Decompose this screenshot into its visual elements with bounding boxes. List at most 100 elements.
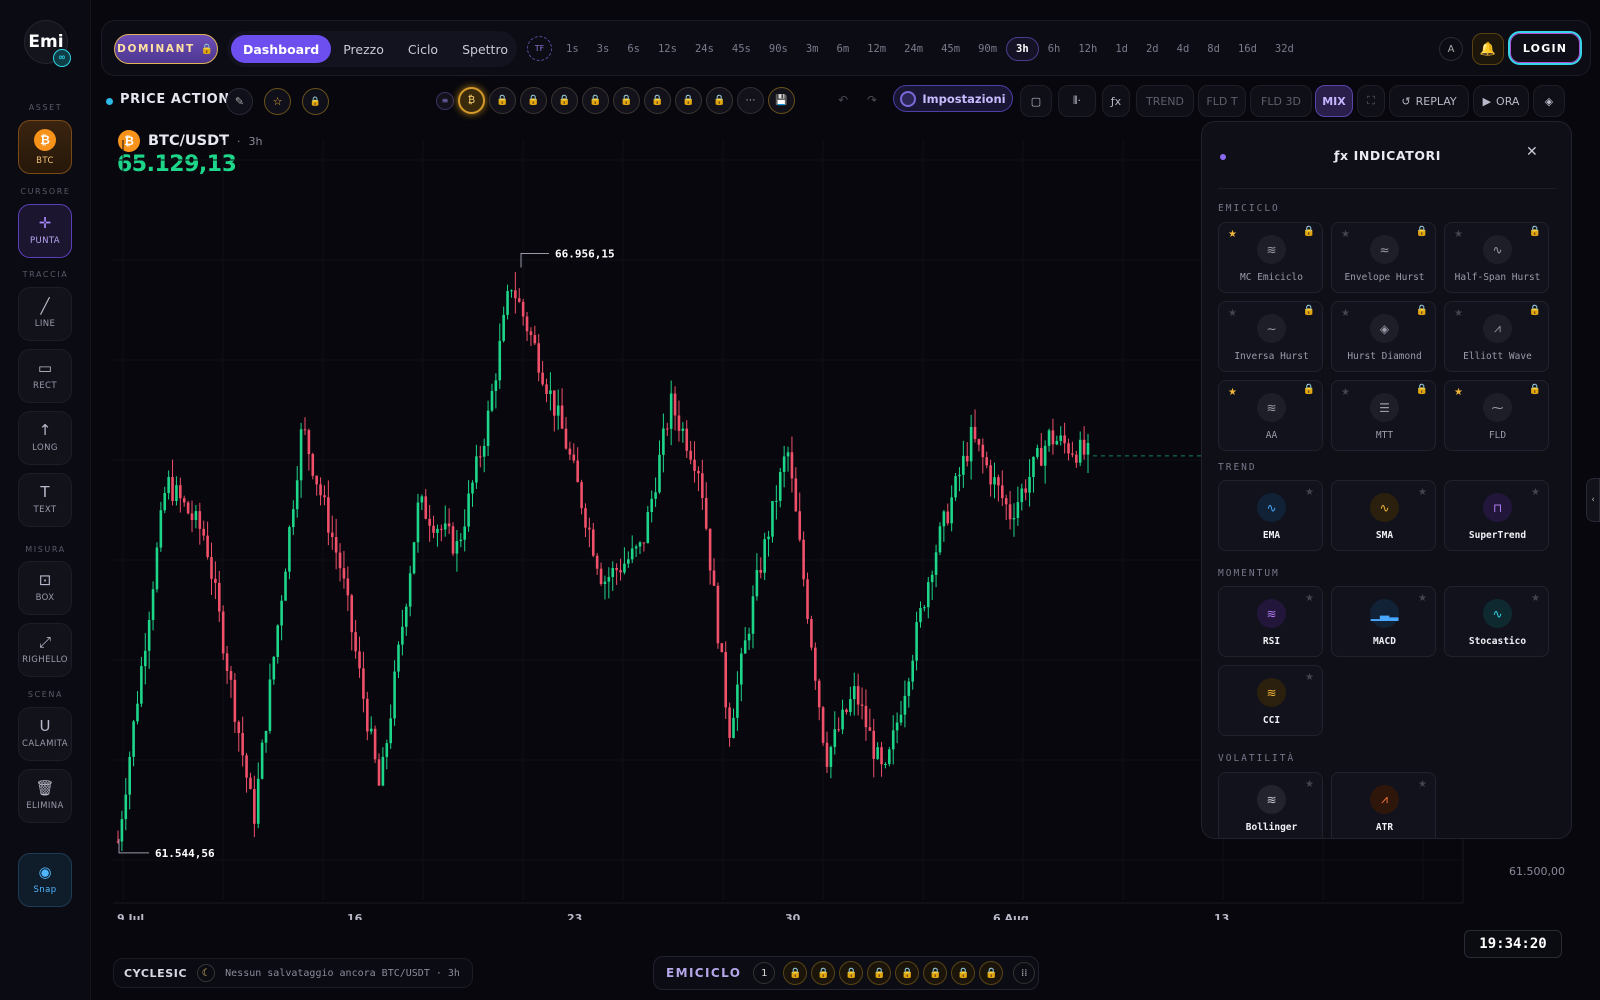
- indicator-card-mc-emiciclo[interactable]: ★ 🔒 ≋ MC Emiciclo: [1218, 222, 1323, 293]
- timeframe-6h[interactable]: 6h: [1039, 37, 1070, 61]
- locked-slot-icon[interactable]: 🔒: [675, 87, 702, 114]
- close-icon[interactable]: ✕: [1526, 144, 1538, 160]
- indicator-card-aa[interactable]: ★ 🔒 ≋ AA: [1218, 380, 1323, 451]
- locked-slot-icon[interactable]: 🔒: [582, 87, 609, 114]
- timeframe-45s[interactable]: 45s: [723, 37, 760, 61]
- layers-icon[interactable]: ◈: [1533, 85, 1565, 117]
- timeframe-1d[interactable]: 1d: [1106, 37, 1137, 61]
- lock-icon[interactable]: 🔒: [302, 88, 329, 115]
- star-icon[interactable]: ★: [1418, 779, 1427, 790]
- login-button[interactable]: LOGIN: [1508, 31, 1582, 65]
- indicator-card-mtt[interactable]: ★ 🔒 ☰ MTT: [1331, 380, 1436, 451]
- locked-slot-icon[interactable]: 🔒: [644, 87, 671, 114]
- star-icon[interactable]: ★: [1305, 779, 1314, 790]
- locked-cycle-slot-icon[interactable]: 🔒: [867, 961, 892, 985]
- timeframe-90m[interactable]: 90m: [969, 37, 1006, 61]
- timeframe-12s[interactable]: 12s: [649, 37, 686, 61]
- indicator-card-sma[interactable]: ★ ∿ SMA: [1331, 480, 1436, 551]
- star-icon[interactable]: ★: [1305, 672, 1314, 683]
- tool-righello[interactable]: ⤢ RIGHELLO: [18, 623, 72, 677]
- star-icon[interactable]: ★: [1454, 229, 1463, 240]
- timeframe-12h[interactable]: 12h: [1069, 37, 1106, 61]
- locked-slot-icon[interactable]: 🔒: [489, 87, 516, 114]
- star-icon[interactable]: ★: [1531, 487, 1540, 498]
- timeframe-2d[interactable]: 2d: [1137, 37, 1168, 61]
- indicator-card-supertrend[interactable]: ★ ⊓ SuperTrend: [1444, 480, 1549, 551]
- asset-btc-button[interactable]: ₿ BTC: [18, 120, 72, 174]
- tool-box[interactable]: ⊡ BOX: [18, 561, 72, 615]
- locked-slot-icon[interactable]: 🔒: [520, 87, 547, 114]
- timeframe-icon[interactable]: TF: [527, 36, 552, 61]
- locked-cycle-slot-icon[interactable]: 🔒: [839, 961, 864, 985]
- timeframe-1s[interactable]: 1s: [557, 37, 588, 61]
- indicator-card-fld[interactable]: ★ 🔒 ⁓ FLD: [1444, 380, 1549, 451]
- indicator-card-envelope-hurst[interactable]: ★ 🔒 ≈ Envelope Hurst: [1331, 222, 1436, 293]
- locked-cycle-slot-icon[interactable]: 🔒: [979, 961, 1004, 985]
- indicator-card-inversa-hurst[interactable]: ★ 🔒 ∼ Inversa Hurst: [1218, 301, 1323, 372]
- replay-button[interactable]: ↺ REPLAY: [1389, 85, 1469, 117]
- indicator-card-macd[interactable]: ★ ▁▃▂ MACD: [1331, 586, 1436, 657]
- active-preset-slot[interactable]: ₿: [458, 87, 485, 114]
- edit-pencil-icon[interactable]: ✎: [226, 88, 253, 115]
- tool-long[interactable]: ↑ LONG: [18, 411, 72, 465]
- tool-rect[interactable]: ▭ RECT: [18, 349, 72, 403]
- timeframe-16d[interactable]: 16d: [1229, 37, 1266, 61]
- indicator-card-bollinger[interactable]: ★ ≋ Bollinger: [1218, 772, 1323, 838]
- star-icon[interactable]: ★: [1228, 308, 1237, 319]
- grid-icon[interactable]: ⁞⁞: [1013, 962, 1036, 984]
- star-icon[interactable]: ★: [1418, 593, 1427, 604]
- locked-cycle-slot-icon[interactable]: 🔒: [951, 961, 976, 985]
- snap-button[interactable]: ◉ Snap: [18, 853, 72, 907]
- square-icon[interactable]: ▢: [1020, 85, 1052, 117]
- star-icon[interactable]: ★: [1341, 229, 1350, 240]
- indicator-card-stocastico[interactable]: ★ ∿ Stocastico: [1444, 586, 1549, 657]
- timeframe-45m[interactable]: 45m: [932, 37, 969, 61]
- indicator-card-ema[interactable]: ★ ∿ EMA: [1218, 480, 1323, 551]
- timeframe-6s[interactable]: 6s: [618, 37, 649, 61]
- emiciclo-count[interactable]: 1: [753, 962, 776, 984]
- star-icon[interactable]: ★: [1341, 387, 1350, 398]
- moon-icon[interactable]: ☾: [197, 964, 216, 982]
- star-icon[interactable]: ★: [1228, 229, 1237, 240]
- a-button[interactable]: A: [1439, 37, 1463, 61]
- star-icon[interactable]: ★: [1305, 593, 1314, 604]
- trend-button[interactable]: TREND: [1136, 85, 1194, 117]
- indicator-card-hurst-diamond[interactable]: ★ 🔒 ◈ Hurst Diamond: [1331, 301, 1436, 372]
- tool-elimina[interactable]: 🗑 ELIMINA: [18, 769, 72, 823]
- timeframe-3h[interactable]: 3h: [1006, 37, 1039, 61]
- collapse-panel-icon[interactable]: ‹: [1586, 478, 1600, 522]
- star-icon[interactable]: ★: [1228, 387, 1237, 398]
- app-logo[interactable]: Emi ∞: [24, 20, 71, 67]
- timeframe-4d[interactable]: 4d: [1168, 37, 1199, 61]
- star-icon[interactable]: ★: [1341, 308, 1350, 319]
- tool-text[interactable]: T TEXT: [18, 473, 72, 527]
- timeframe-24m[interactable]: 24m: [895, 37, 932, 61]
- ora-button[interactable]: ▶ ORA: [1473, 85, 1529, 117]
- locked-slot-icon[interactable]: 🔒: [613, 87, 640, 114]
- timeframe-90s[interactable]: 90s: [760, 37, 797, 61]
- locked-slot-icon[interactable]: 🔒: [706, 87, 733, 114]
- locked-cycle-slot-icon[interactable]: 🔒: [923, 961, 948, 985]
- tool-calamita[interactable]: U CALAMITA: [18, 707, 72, 761]
- tab-ciclo[interactable]: Ciclo: [396, 35, 450, 63]
- fld-t-button[interactable]: FLD T: [1198, 85, 1246, 117]
- star-icon[interactable]: ★: [1418, 487, 1427, 498]
- fld-3d-button[interactable]: FLD 3D: [1250, 85, 1312, 117]
- tab-dashboard[interactable]: Dashboard: [231, 35, 332, 63]
- list-icon[interactable]: ≡: [436, 91, 454, 110]
- tab-spettro[interactable]: Spettro: [450, 35, 520, 63]
- timeframe-3s[interactable]: 3s: [588, 37, 619, 61]
- undo-icon[interactable]: ↶: [831, 88, 855, 112]
- indicator-card-atr[interactable]: ★ ⩘ ATR: [1331, 772, 1436, 838]
- fx-button[interactable]: ƒx: [1102, 85, 1130, 117]
- timeframe-24s[interactable]: 24s: [686, 37, 723, 61]
- mix-button[interactable]: MIX: [1315, 85, 1353, 117]
- indicator-card-cci[interactable]: ★ ≋ CCI: [1218, 665, 1323, 736]
- timeframe-8d[interactable]: 8d: [1198, 37, 1229, 61]
- tab-prezzo[interactable]: Prezzo: [331, 35, 396, 63]
- timeframe-12m[interactable]: 12m: [858, 37, 895, 61]
- tool-line[interactable]: ╱ LINE: [18, 287, 72, 341]
- indicator-card-rsi[interactable]: ★ ≋ RSI: [1218, 586, 1323, 657]
- star-icon[interactable]: ★: [1454, 308, 1463, 319]
- star-icon[interactable]: ★: [1454, 387, 1463, 398]
